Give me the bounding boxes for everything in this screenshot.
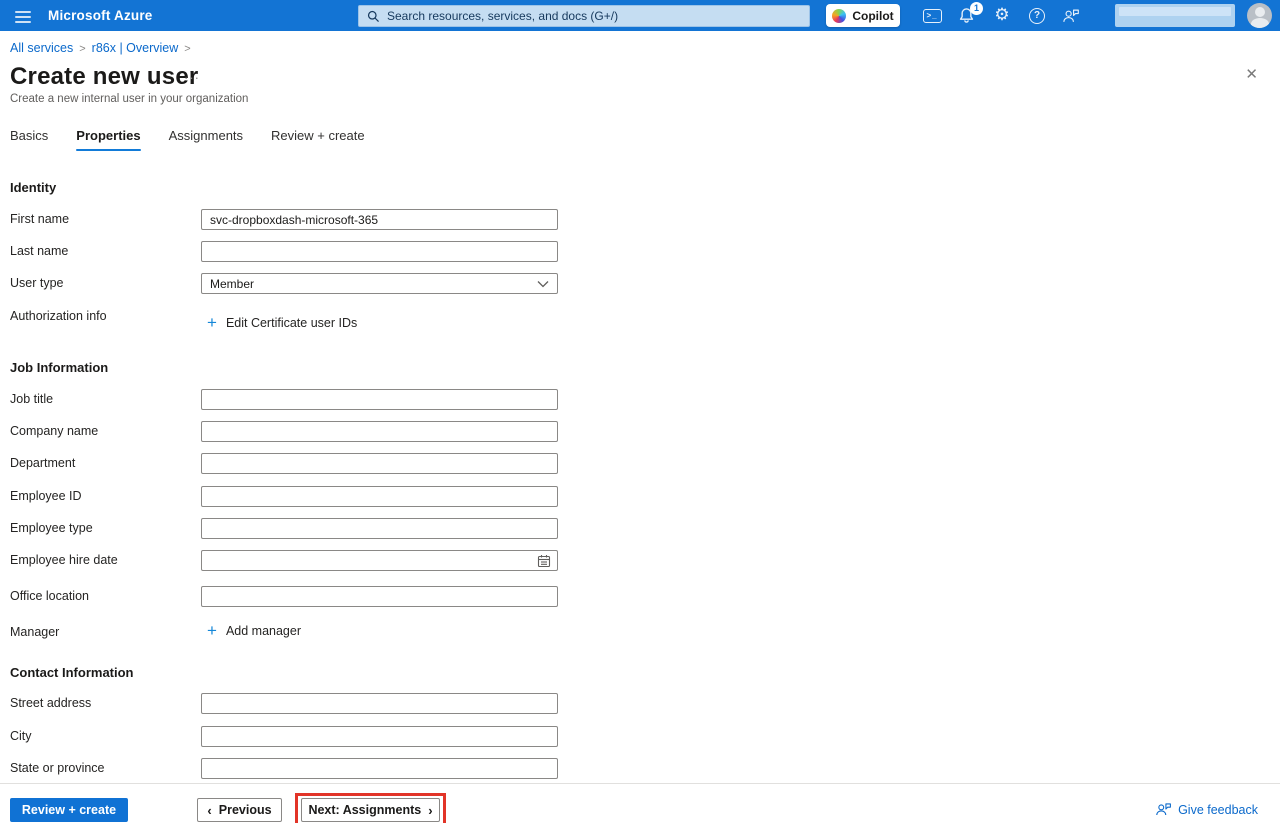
next-assignments-button[interactable]: Next: Assignments › bbox=[301, 798, 440, 822]
last-name-input[interactable] bbox=[201, 241, 558, 262]
cloud-shell-button[interactable]: >_ bbox=[916, 0, 948, 31]
employee-type-input[interactable] bbox=[201, 518, 558, 539]
search-input[interactable] bbox=[387, 9, 801, 23]
tab-basics[interactable]: Basics bbox=[10, 128, 48, 151]
avatar-icon[interactable] bbox=[1247, 3, 1272, 28]
office-location-input[interactable] bbox=[201, 586, 558, 607]
first-name-label: First name bbox=[10, 209, 69, 230]
notifications-button[interactable]: 1 bbox=[951, 0, 983, 31]
top-bar: Microsoft Azure Copilot >_ 1 bbox=[0, 0, 1280, 31]
street-address-label: Street address bbox=[10, 693, 91, 714]
settings-button[interactable]: ⚙ bbox=[986, 0, 1018, 31]
tab-properties[interactable]: Properties bbox=[76, 128, 140, 151]
company-name-label: Company name bbox=[10, 421, 98, 442]
page-subtitle: Create a new internal user in your organ… bbox=[10, 93, 248, 105]
edit-certificate-user-ids-link[interactable]: + Edit Certificate user IDs bbox=[207, 314, 357, 331]
employee-type-label: Employee type bbox=[10, 518, 93, 539]
employee-id-input[interactable] bbox=[201, 486, 558, 507]
breadcrumb-r86x-overview[interactable]: r86x | Overview bbox=[92, 41, 179, 55]
previous-button[interactable]: ‹ Previous bbox=[197, 798, 282, 822]
section-contact-information: Contact Information bbox=[10, 665, 134, 680]
city-input[interactable] bbox=[201, 726, 558, 747]
cloud-shell-icon: >_ bbox=[923, 9, 942, 23]
page-title: Create new user bbox=[10, 63, 198, 91]
last-name-label: Last name bbox=[10, 241, 68, 262]
job-title-input[interactable] bbox=[201, 389, 558, 410]
help-button[interactable]: ? bbox=[1021, 0, 1053, 31]
feedback-icon bbox=[1062, 8, 1080, 24]
job-title-label: Job title bbox=[10, 389, 53, 410]
global-search[interactable] bbox=[358, 5, 810, 27]
first-name-input[interactable] bbox=[201, 209, 558, 230]
breadcrumb-all-services[interactable]: All services bbox=[10, 41, 73, 55]
street-address-input[interactable] bbox=[201, 693, 558, 714]
notification-badge: 1 bbox=[970, 2, 983, 15]
calendar-icon[interactable] bbox=[537, 554, 551, 568]
company-name-input[interactable] bbox=[201, 421, 558, 442]
department-label: Department bbox=[10, 453, 75, 474]
user-type-label: User type bbox=[10, 273, 64, 294]
section-identity: Identity bbox=[10, 180, 56, 195]
breadcrumb: All services > r86x | Overview > bbox=[10, 41, 197, 55]
give-feedback-link[interactable]: Give feedback bbox=[1155, 802, 1258, 817]
department-input[interactable] bbox=[201, 453, 558, 474]
chevron-down-icon bbox=[537, 280, 549, 288]
more-menu-icon[interactable]: ··· bbox=[184, 70, 200, 85]
city-label: City bbox=[10, 726, 32, 747]
wizard-tabs: Basics Properties Assignments Review + c… bbox=[10, 128, 365, 151]
tab-review-create[interactable]: Review + create bbox=[271, 128, 365, 151]
search-icon bbox=[367, 10, 380, 23]
add-manager-link[interactable]: + Add manager bbox=[207, 622, 301, 639]
gear-icon: ⚙ bbox=[994, 7, 1009, 24]
office-location-label: Office location bbox=[10, 586, 89, 607]
chevron-left-icon: ‹ bbox=[207, 804, 211, 817]
plus-icon: + bbox=[207, 314, 217, 331]
employee-hire-date-label: Employee hire date bbox=[10, 550, 118, 571]
close-icon[interactable]: ✕ bbox=[1245, 67, 1258, 82]
breadcrumb-separator: > bbox=[184, 43, 190, 55]
hamburger-icon[interactable] bbox=[8, 8, 38, 24]
state-province-input[interactable] bbox=[201, 758, 558, 779]
azure-portal-create-new-user: Microsoft Azure Copilot >_ 1 bbox=[0, 0, 1280, 823]
feedback-button[interactable] bbox=[1055, 0, 1087, 31]
copilot-button[interactable]: Copilot bbox=[826, 4, 900, 27]
breadcrumb-separator: > bbox=[79, 43, 85, 55]
state-province-label: State or province bbox=[10, 758, 105, 779]
user-type-value: Member bbox=[210, 277, 254, 291]
review-create-button[interactable]: Review + create bbox=[10, 798, 128, 822]
app-title[interactable]: Microsoft Azure bbox=[48, 8, 153, 23]
user-type-select[interactable]: Member bbox=[201, 273, 558, 294]
give-feedback-icon bbox=[1155, 802, 1172, 817]
chevron-right-icon: › bbox=[428, 804, 432, 817]
help-icon: ? bbox=[1029, 8, 1045, 24]
account-info-redacted[interactable] bbox=[1115, 4, 1235, 27]
copilot-icon bbox=[832, 9, 846, 23]
wizard-footer: Review + create ‹ Previous Next: Assignm… bbox=[0, 783, 1280, 823]
manager-label: Manager bbox=[10, 622, 59, 643]
employee-hire-date-input[interactable] bbox=[201, 550, 558, 571]
plus-icon: + bbox=[207, 622, 217, 639]
tab-assignments[interactable]: Assignments bbox=[169, 128, 243, 151]
section-job-information: Job Information bbox=[10, 360, 108, 375]
employee-id-label: Employee ID bbox=[10, 486, 82, 507]
